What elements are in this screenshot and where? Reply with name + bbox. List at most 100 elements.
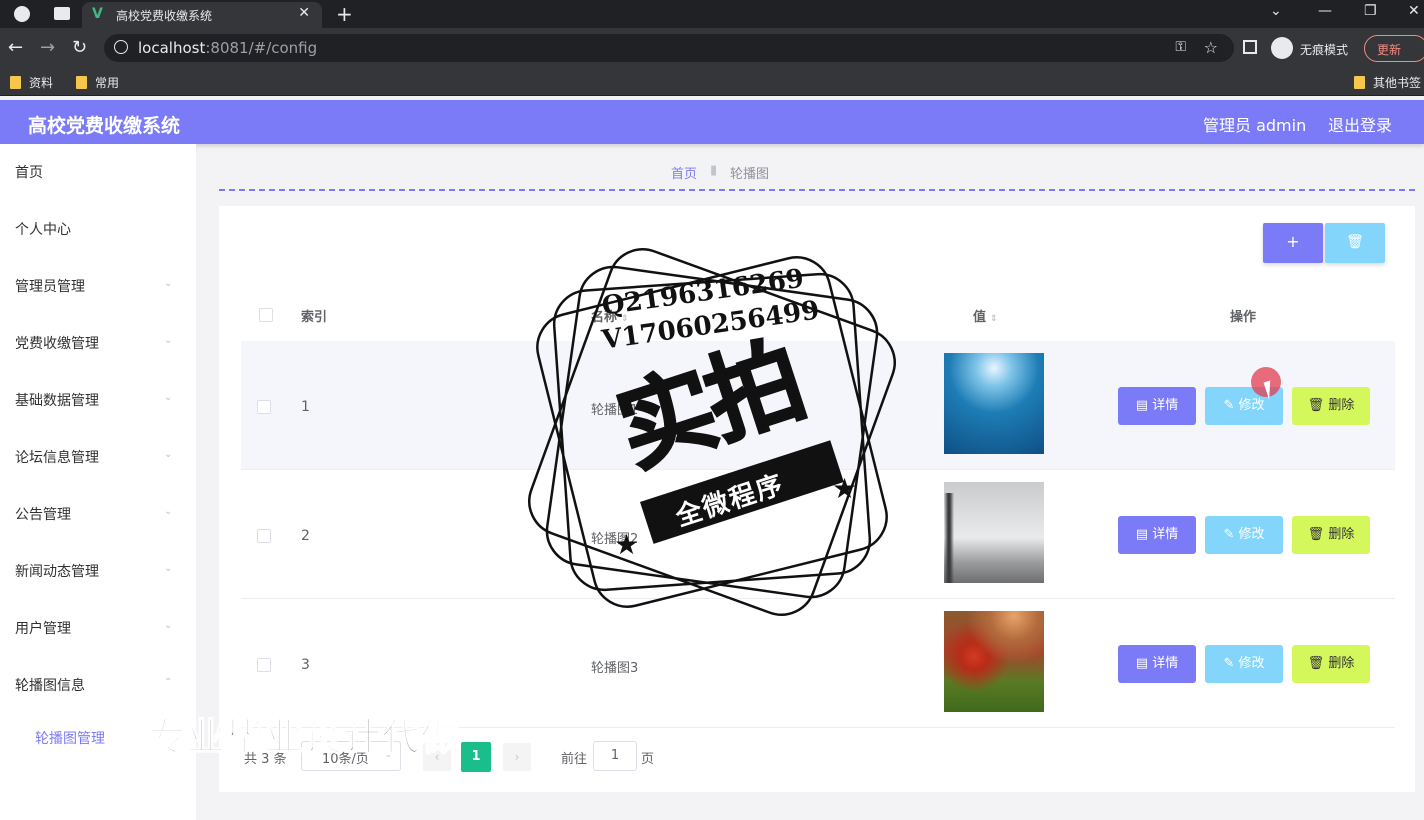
cell-index: 2 [301,528,310,544]
sidebar-item-users[interactable]: 用户管理 ⌄ [0,606,196,646]
chevron-down-icon: ⌄ [164,278,173,289]
delete-button[interactable]: 🗑 删除 [1292,516,1370,554]
star-icon: ★ [614,528,640,561]
browser-tab-active[interactable]: V 高校党费收缴系统 ✕ [82,2,322,28]
chevron-down-icon: ⌄ [164,506,173,517]
maximize-icon[interactable]: ❐ [1364,3,1377,19]
close-icon[interactable]: ✕ [298,5,310,21]
delete-button[interactable]: 🗑 删除 [1292,387,1370,425]
detail-button[interactable]: ▤ 详情 [1118,645,1196,683]
page-number-current[interactable]: 1 [461,742,491,772]
reload-icon[interactable]: ↻ [72,37,87,58]
select-all-checkbox[interactable] [259,308,273,322]
sidebar-item-admin[interactable]: 管理员管理 ⌄ [0,264,196,304]
document-icon: ▤ [1135,527,1153,542]
bookmark-folder[interactable]: 常用 [76,74,119,91]
sidebar-item-carousel[interactable]: 轮播图信息 ⌃ [0,663,196,703]
chevron-down-icon: ⌄ [164,620,173,631]
batch-delete-button[interactable]: 🗑 [1325,223,1385,263]
incognito-icon[interactable] [1271,37,1293,59]
chevron-down-icon[interactable]: ⌄ [1270,3,1282,19]
forward-arrow-icon[interactable]: → [40,37,55,58]
row-checkbox[interactable] [257,400,271,414]
minimize-icon[interactable]: — [1318,3,1332,19]
breadcrumb-home[interactable]: 首页 [671,163,697,182]
page-unit-label: 页 [641,752,655,767]
folder-icon [1354,76,1365,89]
window-close-icon[interactable]: ✕ [1408,3,1420,19]
breadcrumb-current: 轮播图 [730,167,770,182]
column-header-index: 索引 [301,310,328,325]
update-button[interactable]: 更新 [1364,35,1424,62]
trash-icon: 🗑 [1307,398,1329,413]
chevron-down-icon: ⌄ [164,335,173,346]
folder-icon [76,76,87,89]
app-title: 高校党费收缴系统 [28,115,181,137]
row-checkbox[interactable] [257,529,271,543]
app-header: 高校党费收缴系统 管理员 admin 退出登录 [0,100,1424,144]
pencil-icon: ✎ [1223,656,1239,671]
carousel-thumbnail[interactable] [944,611,1044,712]
sidebar-item-news[interactable]: 新闻动态管理 ⌄ [0,549,196,589]
cell-index: 3 [301,657,310,673]
tab-search-icon[interactable] [54,7,70,20]
add-button[interactable]: + [1263,223,1323,263]
chevron-down-icon: ⌄ [164,392,173,403]
bookmark-folder[interactable]: 其他书签 [1354,74,1421,91]
goto-label: 前往 [561,752,588,767]
breadcrumb-separator-icon: ▮ [710,163,718,178]
back-arrow-icon[interactable]: ← [8,37,23,58]
trash-icon: 🗑 [1307,656,1329,671]
browser-address-bar: ← → ↻ localhost:8081/#/config ⚿ ☆ 无痕模式 更… [0,28,1424,68]
goto-page-input[interactable]: 1 [593,741,637,771]
sidebar-item-home[interactable]: 首页 [0,150,196,190]
edit-button[interactable]: ✎ 修改 [1205,516,1283,554]
sort-icon[interactable]: ⇕ [990,314,998,324]
info-icon[interactable] [114,40,128,54]
watermark-text: 专业毕业设计代做 [147,714,461,760]
divider [219,189,1415,191]
edit-button[interactable]: ✎ 修改 [1205,645,1283,683]
logout-link[interactable]: 退出登录 [1328,112,1392,136]
sidebar-item-dues[interactable]: 党费收缴管理 ⌄ [0,321,196,361]
trash-icon: 🗑 [1307,527,1329,542]
pencil-icon: ✎ [1223,527,1239,542]
incognito-label: 无痕模式 [1300,43,1349,57]
bookmark-star-icon[interactable]: ☆ [1204,38,1218,57]
detail-button[interactable]: ▤ 详情 [1118,516,1196,554]
delete-button[interactable]: 🗑 删除 [1292,645,1370,683]
tab-title: 高校党费收缴系统 [116,9,213,23]
document-icon: ▤ [1135,656,1153,671]
key-icon[interactable]: ⚿ [1175,39,1186,55]
cell-index: 1 [301,399,310,415]
sidebar-item-forum[interactable]: 论坛信息管理 ⌄ [0,435,196,475]
globe-icon[interactable] [14,6,30,22]
column-header-value[interactable]: 值 ⇕ [973,306,998,325]
trash-icon: 🗑 [1346,234,1364,250]
bookmark-folder[interactable]: 资料 [10,74,53,91]
star-icon: ★ [832,472,858,505]
chevron-down-icon: ⌄ [164,563,173,574]
new-tab-button[interactable]: + [336,2,353,26]
eiffel-tower-shape [944,493,954,583]
cell-name: 轮播图3 [591,661,639,676]
admin-label: 管理员 admin [1203,116,1307,135]
folder-icon [10,76,21,89]
next-page-button[interactable]: › [503,743,531,771]
detail-button[interactable]: ▤ 详情 [1118,387,1196,425]
url-field[interactable]: localhost:8081/#/config ⚿ ☆ [104,34,1234,62]
column-header-actions: 操作 [1230,310,1257,325]
sidebar-item-profile[interactable]: 个人中心 [0,207,196,247]
browser-tab-bar: V 高校党费收缴系统 ✕ + ⌄ — ❐ ✕ [0,0,1424,28]
carousel-thumbnail[interactable] [944,353,1044,454]
pencil-icon: ✎ [1223,398,1239,413]
sidebar-item-base-data[interactable]: 基础数据管理 ⌄ [0,378,196,418]
side-panel-icon[interactable] [1243,40,1257,54]
carousel-thumbnail[interactable] [944,482,1044,583]
sidebar-item-notice[interactable]: 公告管理 ⌄ [0,492,196,532]
chevron-down-icon: ⌄ [164,449,173,460]
chevron-up-icon: ⌃ [164,677,173,688]
bookmarks-bar: 资料 常用 其他书签 [0,68,1424,96]
vue-logo-icon: V [92,6,103,22]
row-checkbox[interactable] [257,658,271,672]
